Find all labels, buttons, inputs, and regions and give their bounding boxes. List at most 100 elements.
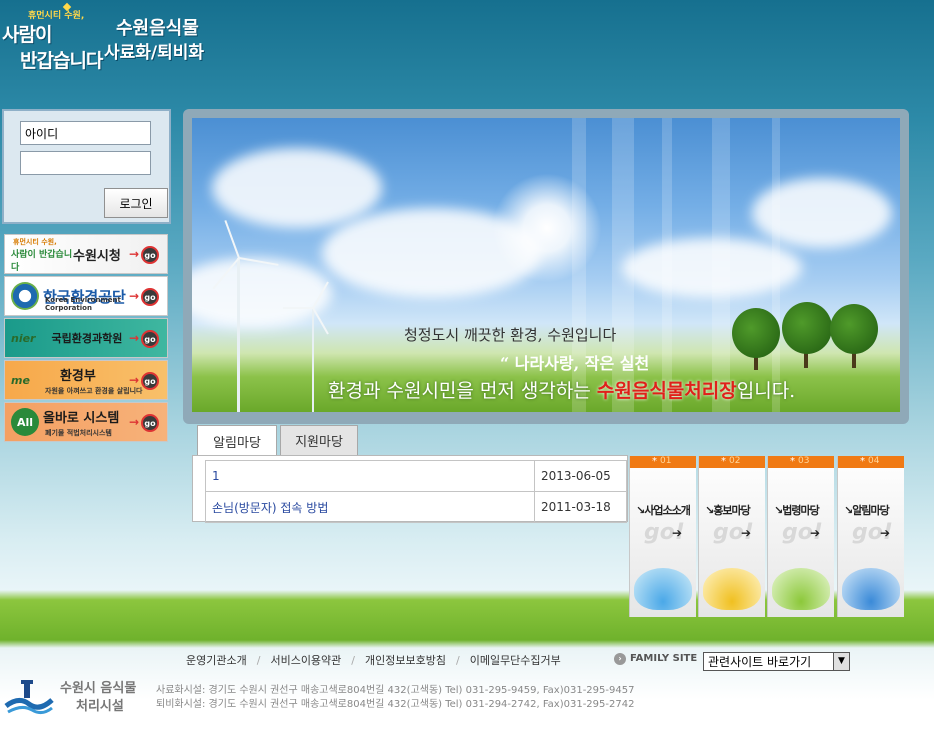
banner-allbaro-title: 올바로 시스템 [43, 410, 120, 426]
footer-nav: 운영기관소개 / 서비스이용약관 / 개인정보보호방침 / 이메일무단수집거부 [186, 650, 561, 670]
table-row[interactable]: 손님(방문자) 접속 방법 2011-03-18 [205, 491, 627, 523]
visual-caption-1: 청정도시 깨끗한 환경, 수원입니다 [404, 326, 617, 344]
wind-turbine [312, 308, 314, 412]
banner-nier[interactable]: nier 국립환경과학원 → go [4, 318, 168, 358]
tab-support[interactable]: 지원마당 [280, 425, 358, 455]
banner-me[interactable]: me 환경부 자원을 아껴쓰고 환경을 살립니다 → go [4, 360, 168, 400]
visual-caption-3-post: 입니다. [736, 380, 796, 402]
footer-org-line1: 수원시 음식물 [60, 681, 137, 696]
login-button[interactable]: 로그인 [104, 188, 168, 218]
chevron-down-icon[interactable]: ▼ [833, 653, 849, 670]
main-visual: 청정도시 깨끗한 환경, 수원입니다 “ 나라사랑, 작은 실천 환경과 수원시… [192, 118, 900, 412]
turbine-blade [283, 307, 313, 309]
password-input[interactable] [20, 151, 151, 175]
footer-address-1: 사료화시설: 경기도 수원시 권선구 매송고색로804번길 432(고색동) T… [156, 685, 635, 696]
banner-suwon-logo: 사람이 반갑습니다 [11, 250, 73, 273]
banner-nier-title: 국립환경과학원 [51, 332, 123, 345]
arrow-right-icon: ➔ [672, 526, 683, 540]
quick-menu-law[interactable]: 03 * ↘법령마당 go! ➔ [767, 456, 834, 617]
quick-menu-intro[interactable]: 01 * ↘사업소소개 go! ➔ [629, 456, 696, 617]
arrow-right-icon: → [128, 415, 139, 429]
banner-suwon-city[interactable]: 휴먼시티 수원, 사람이 반갑습니다 수원시청 → go [4, 234, 168, 274]
cloud [212, 148, 382, 228]
arrow-right-icon: → [128, 373, 139, 387]
site-title-line2: 사료화/퇴비화 [104, 43, 205, 63]
banner-keco[interactable]: 한국환경공단 Korea Environment Corporation → g… [4, 276, 168, 316]
cloud [192, 258, 332, 328]
keco-logo-icon [11, 282, 39, 310]
quick-menu-notice[interactable]: 04 * ↘알림마당 go! ➔ [837, 456, 904, 617]
arrow-circle-icon: › [614, 653, 626, 665]
star-icon: * [721, 456, 726, 467]
megaphone-icon [842, 568, 900, 610]
related-sites-value: 관련사이트 바로가기 [708, 655, 812, 669]
banner-allbaro-sub: 폐기물 적법처리시스템 [45, 429, 112, 437]
sun [492, 173, 602, 283]
quick-menu-label: ↘홍보마당 [705, 504, 751, 517]
visual-caption-3-highlight: 수원음식물처리장 [596, 380, 737, 402]
quick-menu-label: ↘사업소소개 [636, 504, 691, 517]
allbaro-logo-icon: All [11, 408, 39, 436]
family-site-label: › FAMILY SITE [614, 653, 697, 665]
post-title[interactable]: 손님(방문자) 접속 방법 [205, 491, 535, 523]
arrow-right-icon: → [128, 331, 139, 345]
post-date: 2011-03-18 [534, 491, 627, 523]
separator: / [455, 653, 460, 667]
quick-menu-number: 01 [630, 456, 696, 468]
turbine-blade [312, 307, 329, 335]
go-icon: go [141, 414, 159, 432]
tab-notice[interactable]: 알림마당 [197, 425, 277, 456]
quick-menu-pr[interactable]: 02 * ↘홍보마당 go! ➔ [698, 456, 765, 617]
suwon-logo-icon [4, 680, 54, 715]
separator: / [256, 653, 261, 667]
go-icon: go [141, 372, 159, 390]
star-icon: * [652, 456, 657, 467]
star-icon: * [790, 456, 795, 467]
arrow-right-icon: → [128, 289, 139, 303]
visual-caption-3-pre: 환경과 수원시민을 먼저 생각하는 [328, 380, 597, 402]
footer-link-privacy[interactable]: 개인정보보호방침 [365, 652, 446, 668]
banner-suwon-sub: 휴먼시티 수원, [13, 238, 57, 246]
slogan-line2: 반갑습니다 [20, 50, 103, 72]
document-icon [772, 568, 830, 610]
tree [830, 304, 878, 354]
arrow-right-icon: ➔ [810, 526, 821, 540]
nier-logo-icon: nier [11, 331, 36, 345]
go-icon: go [141, 330, 159, 348]
site-title-line1: 수원음식물 [116, 18, 199, 39]
arrow-right-icon: ➔ [741, 526, 752, 540]
banner-me-title: 환경부 [59, 368, 96, 384]
footer-org-name: 수원시 음식물 처리시설 [60, 680, 136, 716]
tree [732, 308, 780, 358]
footer-link-org[interactable]: 운영기관소개 [186, 652, 247, 668]
footer-org-line2: 처리시설 [76, 699, 124, 714]
cloud [752, 178, 892, 248]
go-icon: go [141, 288, 159, 306]
banner-allbaro[interactable]: All 올바로 시스템 폐기물 적법처리시스템 → go [4, 402, 168, 442]
star-icon: * [860, 456, 865, 467]
id-input[interactable] [20, 121, 151, 145]
footer-link-terms[interactable]: 서비스이용약관 [270, 652, 341, 668]
banner-me-sub: 자원을 아껴쓰고 환경을 살립니다 [45, 387, 143, 395]
separator: / [351, 653, 356, 667]
arrow-right-icon: → [128, 247, 139, 261]
arrow-right-icon: ➔ [880, 526, 891, 540]
turbine-blade [224, 220, 240, 259]
related-sites-select[interactable]: 관련사이트 바로가기 ▼ [703, 652, 850, 671]
footer-address-2: 퇴비화시설: 경기도 수원시 권선구 매송고색로804번길 432(고색동) T… [156, 699, 635, 710]
login-box: 로그인 [2, 109, 171, 224]
notice-board: 1 2013-06-05 손님(방문자) 접속 방법 2011-03-18 [192, 455, 628, 523]
post-title[interactable]: 1 [205, 460, 535, 492]
quick-menu-number: 02 [699, 456, 765, 468]
post-date: 2013-06-05 [534, 460, 627, 492]
quick-menu-label: ↘법령마당 [774, 504, 820, 517]
slogan-line1: 사람이 [2, 24, 52, 46]
quick-menu-number: 04 [838, 456, 904, 468]
footer-link-email-policy[interactable]: 이메일무단수집거부 [470, 652, 561, 668]
banner-suwon-title: 수원시청 [73, 248, 121, 264]
visual-caption-2: “ 나라사랑, 작은 실천 [500, 354, 650, 373]
table-row[interactable]: 1 2013-06-05 [205, 460, 627, 492]
quick-menu-label: ↘알림마당 [844, 504, 890, 517]
footer-address: 사료화시설: 경기도 수원시 권선구 매송고색로804번길 432(고색동) T… [156, 684, 634, 712]
quick-menu-number: 03 [768, 456, 834, 468]
